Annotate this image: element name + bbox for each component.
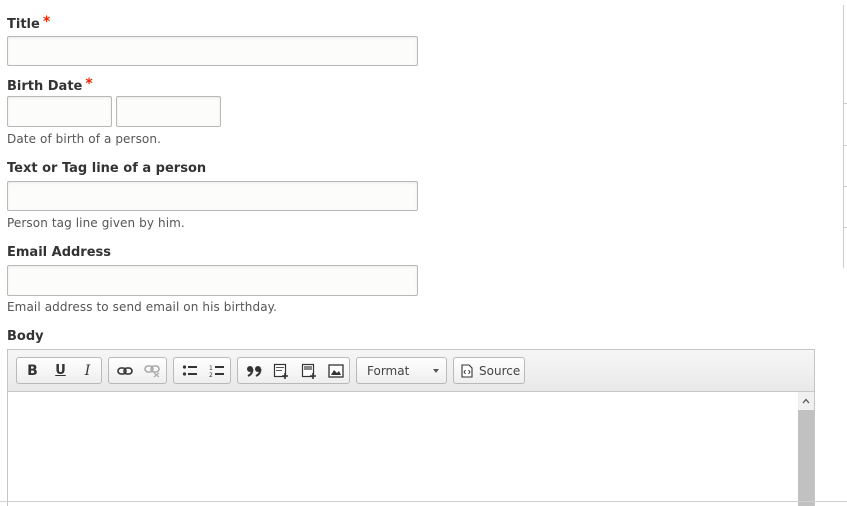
unlink-icon xyxy=(143,364,160,377)
format-dropdown-label: Format xyxy=(367,364,410,378)
required-mark: * xyxy=(42,14,51,30)
unlink-button[interactable] xyxy=(138,358,165,383)
numbered-list-button[interactable]: 1 2 xyxy=(203,358,230,383)
body-editor: B U I 1 2 Format Source xyxy=(7,349,815,506)
svg-text:2: 2 xyxy=(209,372,213,378)
insert-block-icon xyxy=(301,363,316,379)
italic-button[interactable]: I xyxy=(74,358,101,383)
tag-line-input[interactable] xyxy=(7,181,418,211)
blockquote-button[interactable] xyxy=(240,358,267,383)
title-input[interactable] xyxy=(7,36,418,66)
link-button[interactable] xyxy=(111,358,138,383)
basic-styles-group: B U I xyxy=(16,357,102,384)
format-dropdown[interactable]: Format xyxy=(356,357,447,384)
underline-button[interactable]: U xyxy=(47,358,74,383)
birth-date-description: Date of birth of a person. xyxy=(7,132,161,146)
tag-line-label: Text or Tag line of a person xyxy=(7,161,207,176)
chevron-up-icon xyxy=(802,398,810,403)
image-button[interactable] xyxy=(322,358,349,383)
blockquote-icon xyxy=(246,365,261,377)
bold-icon: B xyxy=(27,362,38,379)
divider xyxy=(0,501,847,502)
link-group xyxy=(108,357,167,384)
scrollbar-thumb[interactable] xyxy=(798,410,814,506)
side-panel-edge xyxy=(843,5,847,268)
insert-block-button[interactable] xyxy=(295,358,322,383)
image-icon xyxy=(327,363,344,378)
bulleted-list-icon xyxy=(182,364,197,376)
editor-scrollbar[interactable] xyxy=(798,392,814,506)
italic-icon: I xyxy=(84,362,91,379)
tag-line-description: Person tag line given by him. xyxy=(7,216,185,230)
link-icon xyxy=(116,366,133,375)
title-label: Title * xyxy=(7,14,51,32)
birth-date-input[interactable] xyxy=(7,96,112,127)
numbered-list-icon: 1 2 xyxy=(209,365,224,378)
email-description: Email address to send email on his birth… xyxy=(7,300,278,314)
birth-date-label: Birth Date * xyxy=(7,76,93,94)
editor-content-area[interactable] xyxy=(8,392,814,506)
birth-date-label-text: Birth Date xyxy=(7,79,83,94)
email-label: Email Address xyxy=(7,245,112,260)
bulleted-list-button[interactable] xyxy=(176,358,203,383)
source-button[interactable]: Source xyxy=(453,357,525,384)
birth-time-input[interactable] xyxy=(116,96,221,127)
title-label-text: Title xyxy=(7,17,40,32)
source-icon xyxy=(461,364,473,378)
chevron-down-icon xyxy=(433,369,439,373)
underline-icon: U xyxy=(55,363,66,378)
list-group: 1 2 xyxy=(173,357,231,384)
scroll-up-button[interactable] xyxy=(798,392,814,409)
svg-text:1: 1 xyxy=(209,365,213,372)
insert-group xyxy=(237,357,350,384)
source-button-label: Source xyxy=(479,364,521,378)
editor-toolbar: B U I 1 2 Format Source xyxy=(8,350,814,392)
email-input[interactable] xyxy=(7,265,418,296)
insert-template-icon xyxy=(273,363,288,379)
insert-template-button[interactable] xyxy=(267,358,294,383)
required-mark: * xyxy=(85,76,93,92)
bold-button[interactable]: B xyxy=(19,358,46,383)
body-label: Body xyxy=(7,329,44,344)
